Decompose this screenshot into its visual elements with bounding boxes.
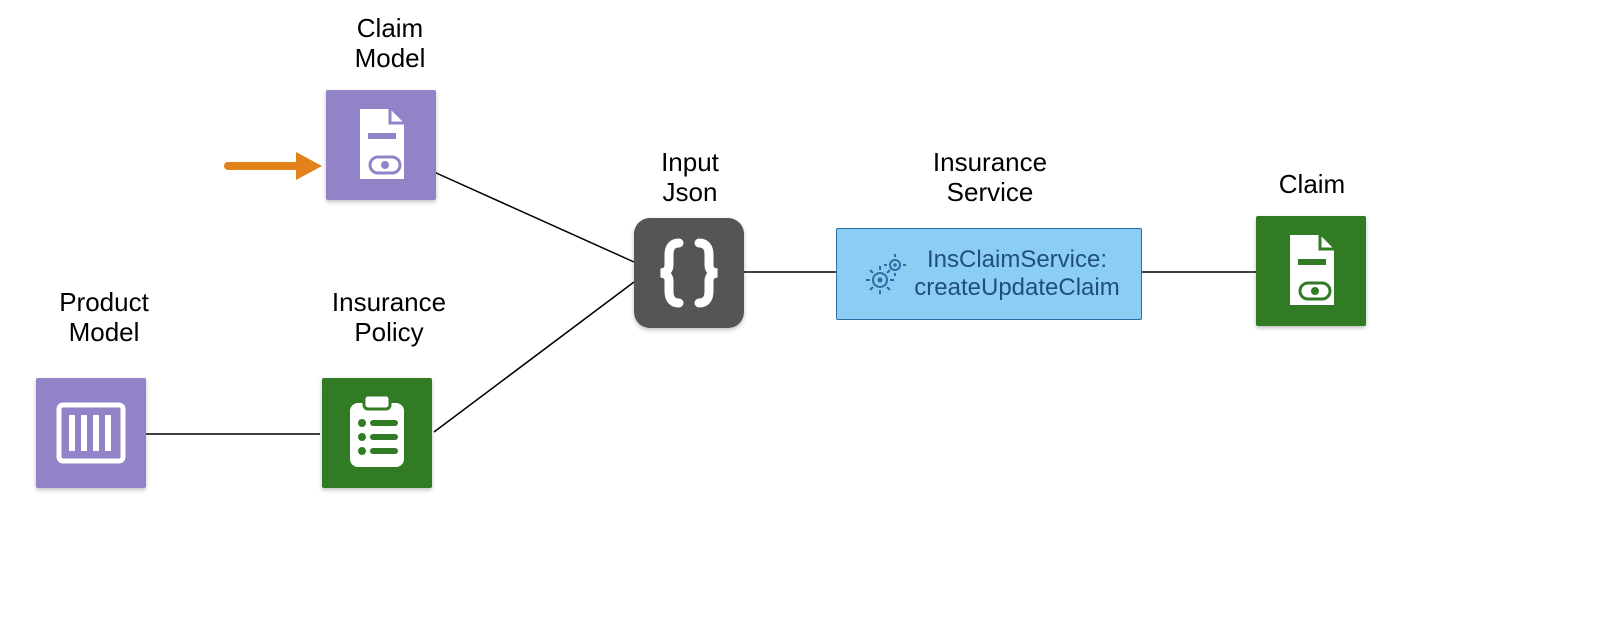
braces-icon <box>649 233 729 313</box>
claim-tile <box>1256 216 1366 326</box>
claim-model-label: Claim Model <box>310 14 470 74</box>
claim-model-tile <box>326 90 436 200</box>
insurance-policy-label: Insurance Policy <box>294 288 484 348</box>
insurance-service-box: InsClaimService: createUpdateClaim <box>836 228 1142 320</box>
input-json-tile <box>634 218 744 328</box>
claim-label: Claim <box>1252 170 1372 200</box>
pointer-arrow <box>228 152 322 180</box>
gears-icon <box>866 254 906 294</box>
barcode-icon <box>55 397 127 469</box>
clipboard-list-icon <box>342 393 412 473</box>
insurance-service-label: Insurance Service <box>870 148 1110 208</box>
bill-document-icon <box>1276 233 1346 309</box>
product-model-label: Product Model <box>24 288 184 348</box>
input-json-label: Input Json <box>620 148 760 208</box>
product-model-tile <box>36 378 146 488</box>
bill-document-icon <box>346 107 416 183</box>
insurance-policy-tile <box>322 378 432 488</box>
service-method-text: InsClaimService: createUpdateClaim <box>914 246 1119 301</box>
